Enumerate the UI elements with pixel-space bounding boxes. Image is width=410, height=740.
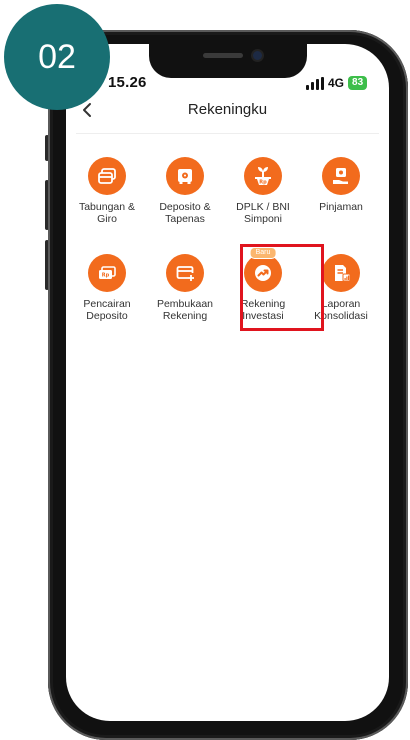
hand-money-icon: [322, 157, 360, 195]
menu-label: Rekening Investasi: [240, 298, 286, 322]
menu-label: Tabungan & Giro: [78, 201, 136, 225]
menu-item-laporan-konsolidasi[interactable]: Laporan Konsolidasi: [302, 254, 380, 322]
camera-icon: [253, 51, 262, 60]
phone-screen: 15.26 4G 83 Rekeningku Tabungan & Giro D…: [66, 44, 389, 721]
investment-icon: Baru: [244, 247, 282, 292]
signal-icon: [306, 76, 324, 90]
report-icon: [322, 254, 360, 292]
menu-label: Pencairan Deposito: [83, 298, 131, 322]
header-divider: [76, 133, 379, 134]
phone-frame: 15.26 4G 83 Rekeningku Tabungan & Giro D…: [48, 30, 408, 740]
svg-text:Rp: Rp: [259, 180, 267, 186]
speaker: [203, 53, 243, 58]
cash-icon: Rp: [88, 254, 126, 292]
svg-text:Rp: Rp: [102, 273, 110, 279]
battery-icon: 83: [348, 76, 368, 90]
menu-item-dplk-simponi[interactable]: Rp DPLK / BNI Simponi: [224, 157, 302, 225]
menu-item-rekening-investasi[interactable]: Baru Rekening Investasi: [224, 247, 302, 322]
menu-label: Deposito & Tapenas: [159, 201, 211, 225]
network-type: 4G: [328, 76, 345, 90]
menu-label: Laporan Konsolidasi: [314, 298, 368, 322]
menu-label: Pembukaan Rekening: [156, 298, 214, 322]
menu-label: DPLK / BNI Simponi: [236, 201, 290, 225]
plant-coin-icon: Rp: [244, 157, 282, 195]
card-stack-icon: [88, 157, 126, 195]
page-title: Rekeningku: [187, 101, 268, 118]
status-icons: 4G 83: [306, 74, 368, 92]
menu-item-pencairan-deposito[interactable]: Rp Pencairan Deposito: [68, 254, 146, 322]
safe-icon: [166, 157, 204, 195]
menu-label: Pinjaman: [319, 201, 363, 213]
step-number-badge: 02: [4, 4, 110, 110]
menu-item-pembukaan-rekening[interactable]: Pembukaan Rekening: [146, 254, 224, 322]
menu-item-tabungan-giro[interactable]: Tabungan & Giro: [68, 157, 146, 225]
status-time: 15.26: [108, 74, 147, 91]
new-badge: Baru: [249, 247, 277, 259]
notch: [149, 44, 307, 78]
menu-item-deposito-tapenas[interactable]: Deposito & Tapenas: [146, 157, 224, 225]
add-card-icon: [166, 254, 204, 292]
menu-item-pinjaman[interactable]: Pinjaman: [302, 157, 380, 213]
